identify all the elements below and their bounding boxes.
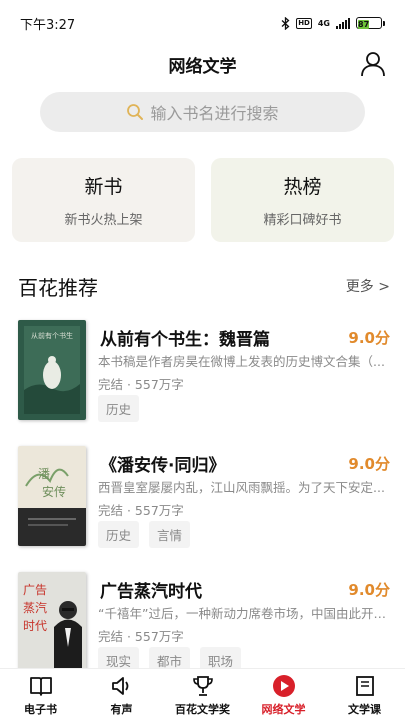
promo-title: 新书 [84, 176, 123, 198]
search-placeholder: 输入书名进行搜索 [150, 104, 279, 123]
signal-icon [336, 17, 350, 29]
tag[interactable]: 历史 [98, 395, 140, 422]
book-cover[interactable]: 广告 蒸汽 时代 [18, 572, 86, 672]
battery-icon: 87 [356, 17, 385, 29]
promo-subtitle: 精彩口碑好书 [263, 213, 342, 228]
svg-text:广告: 广告 [23, 583, 47, 597]
tab-label: 电子书 [24, 702, 57, 716]
tab-ebooks[interactable]: 电子书 [1, 673, 81, 717]
svg-text:从前有个书生: 从前有个书生 [31, 331, 73, 340]
search-input[interactable]: 输入书名进行搜索 [40, 92, 365, 132]
svg-text:蒸汽: 蒸汽 [23, 600, 47, 615]
list-item[interactable]: 潘 安传 《潘安传·同归》 9.0分 西晋皇室屡屡内乱，江山风雨飘摇。为了天下安… [0, 446, 405, 556]
speaker-icon [109, 673, 135, 699]
book-title[interactable]: 《潘安传·同归》 [100, 451, 225, 476]
tab-audio[interactable]: 有声 [82, 673, 162, 717]
notebook-icon [352, 673, 378, 699]
tab-label: 网络文学 [261, 702, 306, 716]
book-description: 本书稿是作者房昊在微博上发表的历史博文合集（... [98, 354, 385, 369]
book-tags: 历史 言情 [98, 521, 191, 548]
book-tags: 历史 [98, 395, 140, 422]
battery-level: 87 [358, 20, 370, 29]
promo-title: 热榜 [283, 176, 322, 198]
tab-literature-class[interactable]: 文学课 [325, 673, 405, 717]
page-title: 网络文学 [168, 56, 237, 77]
book-score: 9.0分 [348, 329, 390, 347]
book-score: 9.0分 [348, 581, 390, 599]
book-title[interactable]: 广告蒸汽时代 [100, 577, 202, 602]
book-open-icon [28, 673, 54, 699]
status-time: 下午3:27 [20, 17, 76, 33]
network-label: 4G [317, 18, 330, 28]
tag[interactable]: 言情 [149, 521, 191, 548]
tab-web-literature[interactable]: 网络文学 [244, 673, 324, 717]
play-circle-icon [271, 673, 297, 699]
hd-icon: HD [296, 17, 312, 29]
book-score: 9.0分 [348, 455, 390, 473]
tab-award[interactable]: 百花文学奖 [163, 673, 243, 717]
new-books-card[interactable]: 新书 新书火热上架 [12, 158, 195, 242]
bottom-tab-bar: 电子书 有声 百花文学奖 网络文学 文学课 [0, 668, 405, 720]
section-header: 百花推荐 更多 > [18, 270, 390, 302]
tab-label: 有声 [110, 702, 133, 716]
bluetooth-icon [281, 16, 290, 30]
book-cover[interactable]: 潘 安传 [18, 446, 86, 546]
svg-text:潘: 潘 [38, 467, 50, 481]
book-meta: 完结 · 557万字 [98, 377, 184, 392]
svg-text:时代: 时代 [23, 619, 47, 633]
tag[interactable]: 历史 [98, 521, 140, 548]
user-profile-icon[interactable] [359, 50, 387, 78]
svg-text:安传: 安传 [42, 484, 66, 499]
app-header: 网络文学 [0, 46, 405, 82]
search-icon [127, 104, 144, 120]
book-meta: 完结 · 557万字 [98, 503, 184, 518]
more-link[interactable]: 更多 > [346, 276, 390, 296]
tab-label: 百花文学奖 [175, 702, 230, 716]
status-icons: HD 4G 87 [281, 16, 385, 30]
book-description: 西晋皇室屡屡内乱，江山风雨飘摇。为了天下安定... [98, 480, 385, 495]
trophy-icon [190, 673, 216, 699]
promo-subtitle: 新书火热上架 [64, 213, 143, 228]
book-meta: 完结 · 557万字 [98, 629, 184, 644]
tab-label: 文学课 [348, 702, 381, 716]
book-title[interactable]: 从前有个书生：魏晋篇 [100, 325, 270, 350]
status-bar: 下午3:27 HD 4G 87 [0, 0, 405, 46]
list-item[interactable]: 从前有个书生 从前有个书生：魏晋篇 9.0分 本书稿是作者房昊在微博上发表的历史… [0, 320, 405, 430]
hot-list-card[interactable]: 热榜 精彩口碑好书 [211, 158, 394, 242]
book-cover[interactable]: 从前有个书生 [18, 320, 86, 420]
section-title: 百花推荐 [18, 275, 98, 300]
list-item[interactable]: 广告 蒸汽 时代 广告蒸汽时代 9.0分 “千禧年”过后，一种新动力席卷市场，中… [0, 572, 405, 682]
book-description: “千禧年”过后，一种新动力席卷市场，中国由此开启... [98, 606, 390, 621]
